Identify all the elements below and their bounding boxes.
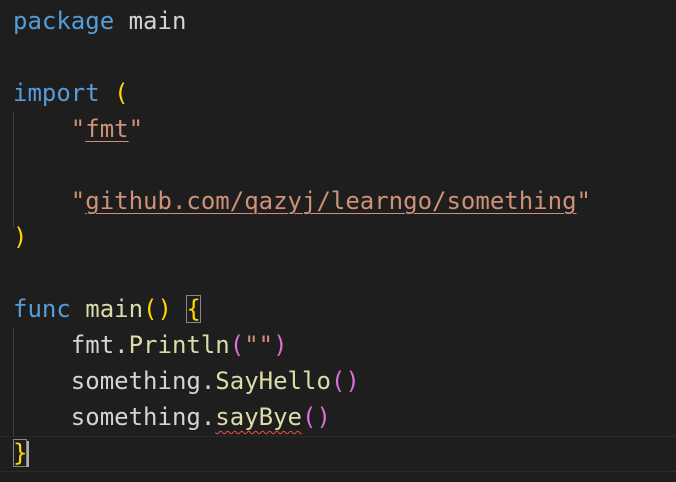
code-token: () — [143, 295, 172, 323]
code-token: ) — [13, 223, 28, 251]
code-token: func — [13, 295, 71, 323]
code-token: ( — [229, 331, 245, 359]
code-editor[interactable]: package main import ( "fmt" "github.com/q… — [0, 0, 676, 482]
code-token: " — [70, 187, 86, 215]
code-line[interactable]: "github.com/qazyj/learngo/something" — [13, 183, 591, 219]
code-line[interactable]: "fmt" — [13, 111, 143, 147]
code-token: SayHello — [215, 367, 331, 395]
code-token: something. — [13, 403, 216, 431]
code-line[interactable]: } — [13, 435, 28, 471]
code-token: fmt. — [13, 331, 129, 359]
code-line[interactable]: import ( — [13, 75, 129, 111]
code-token: " — [128, 115, 144, 143]
code-token: github.com/qazyj/learngo/something — [85, 187, 577, 215]
text-cursor — [27, 441, 29, 467]
code-token: () — [302, 403, 331, 431]
code-token: "" — [244, 331, 274, 359]
code-token: ) — [273, 331, 288, 359]
code-line[interactable]: package main — [13, 3, 186, 39]
code-token: import — [13, 79, 100, 107]
code-line[interactable]: ) — [13, 219, 27, 255]
code-token: fmt — [85, 115, 129, 143]
code-line[interactable]: something.sayBye() — [13, 399, 331, 435]
code-token: main — [85, 295, 144, 323]
code-token: main — [114, 7, 187, 35]
code-token: something. — [13, 367, 216, 395]
code-line[interactable]: something.SayHello() — [13, 363, 360, 399]
code-token: { — [186, 295, 201, 323]
current-line-highlight — [0, 436, 676, 472]
code-token: } — [13, 439, 28, 467]
code-token: " — [576, 187, 591, 215]
code-token: " — [70, 115, 86, 143]
code-line[interactable]: fmt.Println("") — [13, 327, 288, 363]
code-line[interactable]: func main() { — [13, 291, 201, 327]
code-token: Println — [128, 331, 230, 359]
code-token: package — [13, 7, 115, 35]
code-token: ( — [114, 79, 129, 107]
code-token: sayBye — [215, 403, 302, 431]
code-token: () — [330, 367, 360, 395]
